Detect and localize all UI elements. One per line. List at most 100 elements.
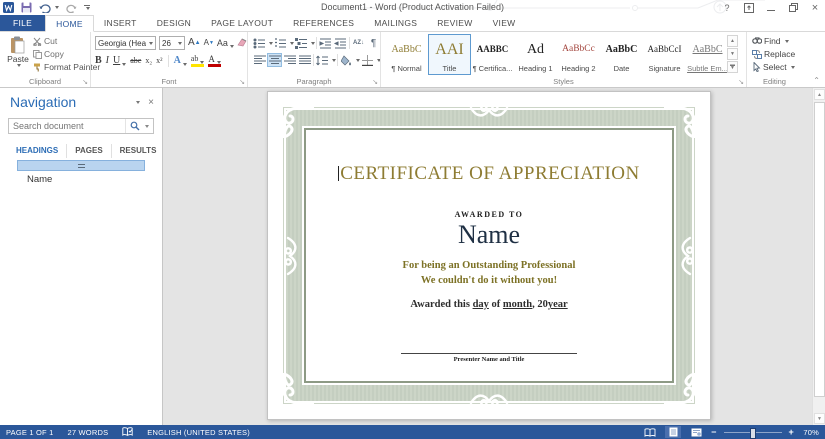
search-options-icon[interactable] (145, 125, 149, 128)
minimize-icon[interactable] (765, 2, 777, 14)
highlight-color-button[interactable]: ab (191, 54, 205, 67)
certificate-title[interactable]: CERTIFICATE OF APPRECIATION (308, 163, 670, 185)
shrink-font-button[interactable]: A▼ (204, 38, 214, 48)
tab-design[interactable]: DESIGN (147, 15, 201, 31)
tab-mailings[interactable]: MAILINGS (364, 15, 427, 31)
font-size-combo[interactable]: 26 (159, 36, 185, 50)
change-case-button[interactable]: Aa (217, 38, 234, 48)
nav-tab-headings[interactable]: HEADINGS (8, 144, 67, 158)
certificate-subtitle-1[interactable]: For being an Outstanding Professional (308, 260, 670, 271)
undo-dropdown[interactable] (55, 6, 59, 9)
tab-page-layout[interactable]: PAGE LAYOUT (201, 15, 283, 31)
awarded-to-label[interactable]: AWARDED TO (308, 210, 670, 219)
ribbon-display-options-icon[interactable] (743, 2, 755, 14)
align-left-button[interactable] (252, 53, 267, 67)
italic-button[interactable]: I (106, 56, 109, 66)
tab-references[interactable]: REFERENCES (283, 15, 364, 31)
scrollbar-thumb[interactable] (814, 102, 825, 397)
vertical-scrollbar[interactable]: ▲ ▼ (812, 88, 825, 425)
paste-button[interactable]: Paste (3, 35, 33, 75)
recipient-name[interactable]: Name (308, 220, 670, 250)
show-hide-marks-button[interactable]: ¶ (366, 36, 381, 50)
styles-more-icon[interactable]: ▬▼ (727, 61, 738, 73)
zoom-in-button[interactable]: + (789, 427, 794, 437)
scroll-up-icon[interactable]: ▲ (814, 89, 825, 100)
navigation-close-icon[interactable]: × (148, 97, 154, 108)
zoom-out-button[interactable]: − (711, 427, 716, 437)
read-mode-icon[interactable] (642, 426, 658, 438)
style-heading-1[interactable]: Ad Heading 1 (514, 34, 557, 75)
redo-icon[interactable] (66, 3, 77, 13)
clipboard-dialog-launcher[interactable]: ↘ (82, 79, 88, 86)
styles-scroll-up-icon[interactable]: ▲ (727, 35, 738, 47)
style-certificate[interactable]: AABBC ¶ Certifica... (471, 34, 514, 75)
underline-button[interactable]: U (113, 56, 126, 66)
zoom-slider[interactable] (724, 432, 782, 433)
nav-heading-name[interactable]: Name (27, 174, 52, 185)
tab-home[interactable]: HOME (45, 15, 94, 32)
select-button[interactable]: Select (752, 62, 795, 72)
sort-button[interactable]: AZ↓ (351, 36, 366, 50)
subscript-button[interactable]: x₂ (145, 56, 152, 66)
page-indicator[interactable]: PAGE 1 OF 1 (6, 428, 54, 437)
web-layout-icon[interactable] (688, 426, 704, 438)
tab-insert[interactable]: INSERT (94, 15, 147, 31)
shading-button[interactable] (339, 53, 354, 67)
search-input[interactable] (9, 121, 125, 131)
style-title[interactable]: AAI Title (428, 34, 471, 75)
tab-review[interactable]: REVIEW (427, 15, 482, 31)
print-layout-icon[interactable] (665, 426, 681, 438)
nav-tab-results[interactable]: RESULTS (112, 144, 165, 158)
align-right-button[interactable] (282, 53, 297, 67)
font-name-combo[interactable]: Georgia (Head (95, 36, 156, 50)
zoom-level[interactable]: 70% (801, 428, 819, 437)
decrease-indent-button[interactable] (318, 36, 333, 50)
close-icon[interactable]: × (809, 2, 821, 14)
strikethrough-button[interactable]: abc (130, 56, 141, 66)
date-year-field[interactable]: year (548, 299, 568, 310)
presenter-label[interactable]: Presenter Name and Title (308, 356, 670, 363)
scroll-down-icon[interactable]: ▼ (814, 413, 825, 424)
grow-font-button[interactable]: A▲ (188, 38, 201, 48)
replace-button[interactable]: Replace (752, 49, 795, 59)
style-normal[interactable]: AaBbC ¶ Normal (385, 34, 428, 75)
customize-qat-icon[interactable] (84, 5, 90, 10)
zoom-slider-thumb[interactable] (750, 428, 756, 439)
style-heading-2[interactable]: AaBbCc Heading 2 (557, 34, 600, 75)
justify-button[interactable] (297, 53, 312, 67)
save-icon[interactable] (21, 2, 32, 13)
line-spacing-button[interactable] (315, 53, 330, 67)
help-icon[interactable]: ? (721, 2, 733, 14)
search-icon[interactable] (130, 121, 140, 131)
tab-view[interactable]: VIEW (483, 15, 526, 31)
word-count[interactable]: 27 WORDS (68, 428, 109, 437)
align-center-button[interactable] (267, 53, 282, 67)
certificate-date-line[interactable]: Awarded this day of month, 20year (308, 299, 670, 310)
bullets-button[interactable] (252, 36, 267, 50)
borders-button[interactable] (360, 53, 375, 67)
collapse-ribbon-icon[interactable]: ⌃ (813, 76, 820, 85)
language-indicator[interactable]: ENGLISH (UNITED STATES) (147, 428, 250, 437)
style-subtle-emphasis[interactable]: AaBbC Subtle Em... (686, 34, 729, 75)
paragraph-dialog-launcher[interactable]: ↘ (372, 79, 378, 86)
styles-dialog-launcher[interactable]: ↘ (738, 79, 744, 86)
certificate-subtitle-2[interactable]: We couldn't do it without you! (308, 275, 670, 286)
style-date[interactable]: AaBbC Date (600, 34, 643, 75)
multilevel-list-button[interactable] (294, 36, 309, 50)
find-button[interactable]: Find (752, 36, 795, 46)
undo-icon[interactable] (39, 3, 59, 13)
document-page[interactable]: CERTIFICATE OF APPRECIATION AWARDED TO N… (267, 91, 711, 420)
word-logo-icon[interactable] (3, 2, 14, 13)
font-color-button[interactable]: A (208, 54, 221, 67)
style-signature[interactable]: AaBbCcI Signature (643, 34, 686, 75)
navigation-options-icon[interactable] (136, 101, 140, 104)
numbering-button[interactable] (273, 36, 288, 50)
restore-icon[interactable] (787, 2, 799, 14)
styles-scroll-down-icon[interactable]: ▼ (727, 48, 738, 60)
proofing-status-icon[interactable] (122, 427, 133, 437)
date-month-field[interactable]: month (503, 299, 532, 310)
nav-heading-selected[interactable] (17, 160, 145, 171)
superscript-button[interactable]: x² (156, 56, 162, 66)
increase-indent-button[interactable] (333, 36, 348, 50)
font-dialog-launcher[interactable]: ↘ (239, 79, 245, 86)
